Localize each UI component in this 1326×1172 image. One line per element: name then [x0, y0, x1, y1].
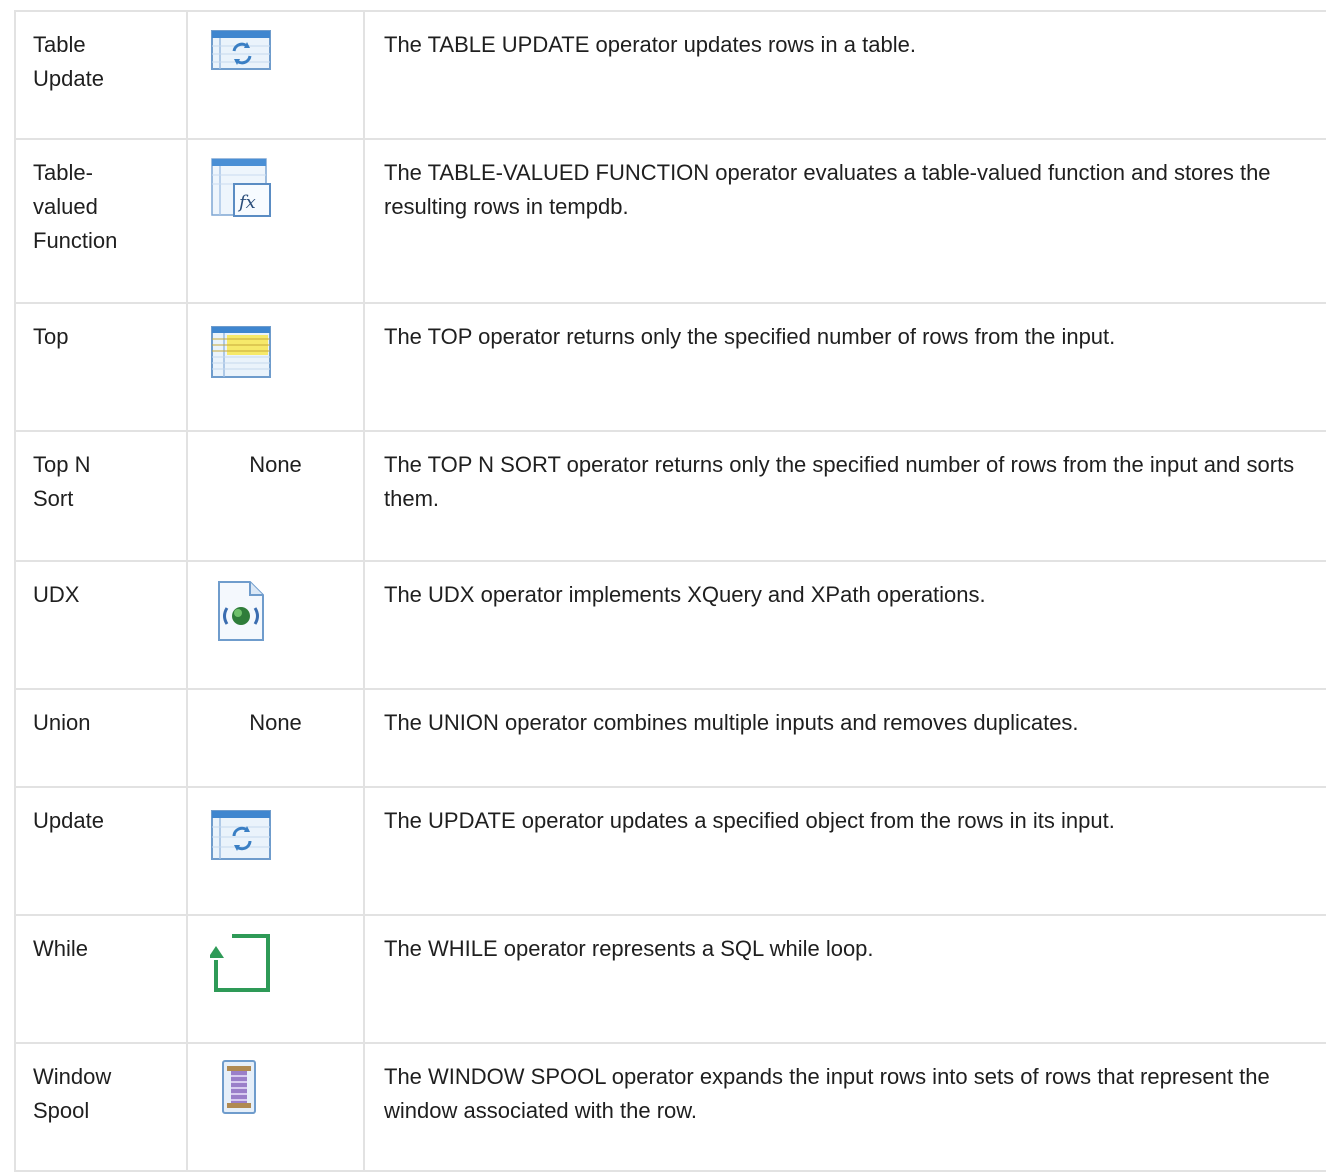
- operator-icon-cell: None: [186, 688, 365, 788]
- operator-description-cell: The UDX operator implements XQuery and X…: [363, 560, 1326, 690]
- while-loop-icon: [210, 932, 272, 994]
- operator-description: The UDX operator implements XQuery and X…: [384, 582, 986, 607]
- update-icon: [210, 810, 272, 872]
- operator-name: Table- valued Function: [33, 160, 118, 253]
- table-row: Union None The UNION operator combines m…: [14, 688, 1326, 788]
- operator-name-cell: UDX: [14, 560, 188, 690]
- table-row: Table Update The TABLE UPDATE operator u…: [14, 10, 1326, 140]
- table-row: Table- valued Function fx The TABLE-VALU…: [14, 138, 1326, 304]
- operator-name-cell: Window Spool: [14, 1042, 188, 1172]
- table-row: While The WHILE operator represents a SQ…: [14, 914, 1326, 1044]
- operator-description: The TOP N SORT operator returns only the…: [384, 452, 1295, 511]
- operator-name-cell: Table Update: [14, 10, 188, 140]
- operator-name: Top N Sort: [33, 452, 91, 511]
- table-row: Top N Sort None The TOP N SORT operator …: [14, 430, 1326, 562]
- table-update-icon: [210, 30, 272, 92]
- operator-description-cell: The WHILE operator represents a SQL whil…: [363, 914, 1326, 1044]
- operator-description: The UNION operator combines multiple inp…: [384, 710, 1079, 735]
- operator-name: Window Spool: [33, 1064, 112, 1123]
- operator-description-cell: The TOP operator returns only the specif…: [363, 302, 1326, 432]
- no-icon-label: None: [249, 452, 302, 477]
- operator-icon-cell: [186, 10, 365, 140]
- operator-description-cell: The WINDOW SPOOL operator expands the in…: [363, 1042, 1326, 1172]
- table-row: Update The UPDATE operator updates a spe…: [14, 786, 1326, 916]
- operator-description-cell: The TABLE UPDATE operator updates rows i…: [363, 10, 1326, 140]
- operator-description: The WHILE operator represents a SQL whil…: [384, 936, 874, 961]
- operator-icon-cell: None: [186, 430, 365, 562]
- operator-description-cell: The TABLE-VALUED FUNCTION operator evalu…: [363, 138, 1326, 304]
- operator-name: Top: [33, 324, 69, 349]
- table-valued-function-icon: fx: [210, 158, 272, 220]
- operator-name-cell: Update: [14, 786, 188, 916]
- operator-description-cell: The UNION operator combines multiple inp…: [363, 688, 1326, 788]
- operator-icon-cell: [186, 302, 365, 432]
- operator-name-cell: Union: [14, 688, 188, 788]
- operator-description: The TOP operator returns only the specif…: [384, 324, 1116, 349]
- table-row: UDX The UDX operator implements XQuery a…: [14, 560, 1326, 690]
- svg-text:fx: fx: [237, 192, 256, 213]
- operator-name: UDX: [33, 582, 80, 607]
- table-row: Top The TOP operator returns only the sp…: [14, 302, 1326, 432]
- operator-description: The WINDOW SPOOL operator expands the in…: [384, 1064, 1270, 1123]
- operator-name: Update: [33, 808, 104, 833]
- operator-icon-cell: [186, 914, 365, 1044]
- operator-description-cell: The TOP N SORT operator returns only the…: [363, 430, 1326, 562]
- operator-name-cell: Top N Sort: [14, 430, 188, 562]
- operator-description: The TABLE UPDATE operator updates rows i…: [384, 32, 916, 57]
- operator-name-cell: While: [14, 914, 188, 1044]
- operator-name: While: [33, 936, 89, 961]
- operator-name-cell: Top: [14, 302, 188, 432]
- no-icon-label: None: [249, 710, 302, 735]
- operator-description-cell: The UPDATE operator updates a specified …: [363, 786, 1326, 916]
- operator-icon-cell: fx: [186, 138, 365, 304]
- top-icon: [210, 326, 272, 388]
- window-spool-icon: [222, 1060, 284, 1122]
- operator-icon-cell: [186, 1042, 365, 1172]
- table-row: Window Spool The WINDOW SPOOL operator e…: [14, 1042, 1326, 1172]
- operator-icon-cell: [186, 560, 365, 690]
- operator-description: The TABLE-VALUED FUNCTION operator evalu…: [384, 160, 1271, 219]
- operator-name: Union: [33, 710, 91, 735]
- operator-icon-cell: [186, 786, 365, 916]
- operator-description: The UPDATE operator updates a specified …: [384, 808, 1115, 833]
- udx-icon: [216, 580, 278, 642]
- operator-name: Table Update: [33, 32, 104, 91]
- operator-name-cell: Table- valued Function: [14, 138, 188, 304]
- operators-table: Table Update The TABLE UPDATE operator u…: [14, 10, 1326, 1172]
